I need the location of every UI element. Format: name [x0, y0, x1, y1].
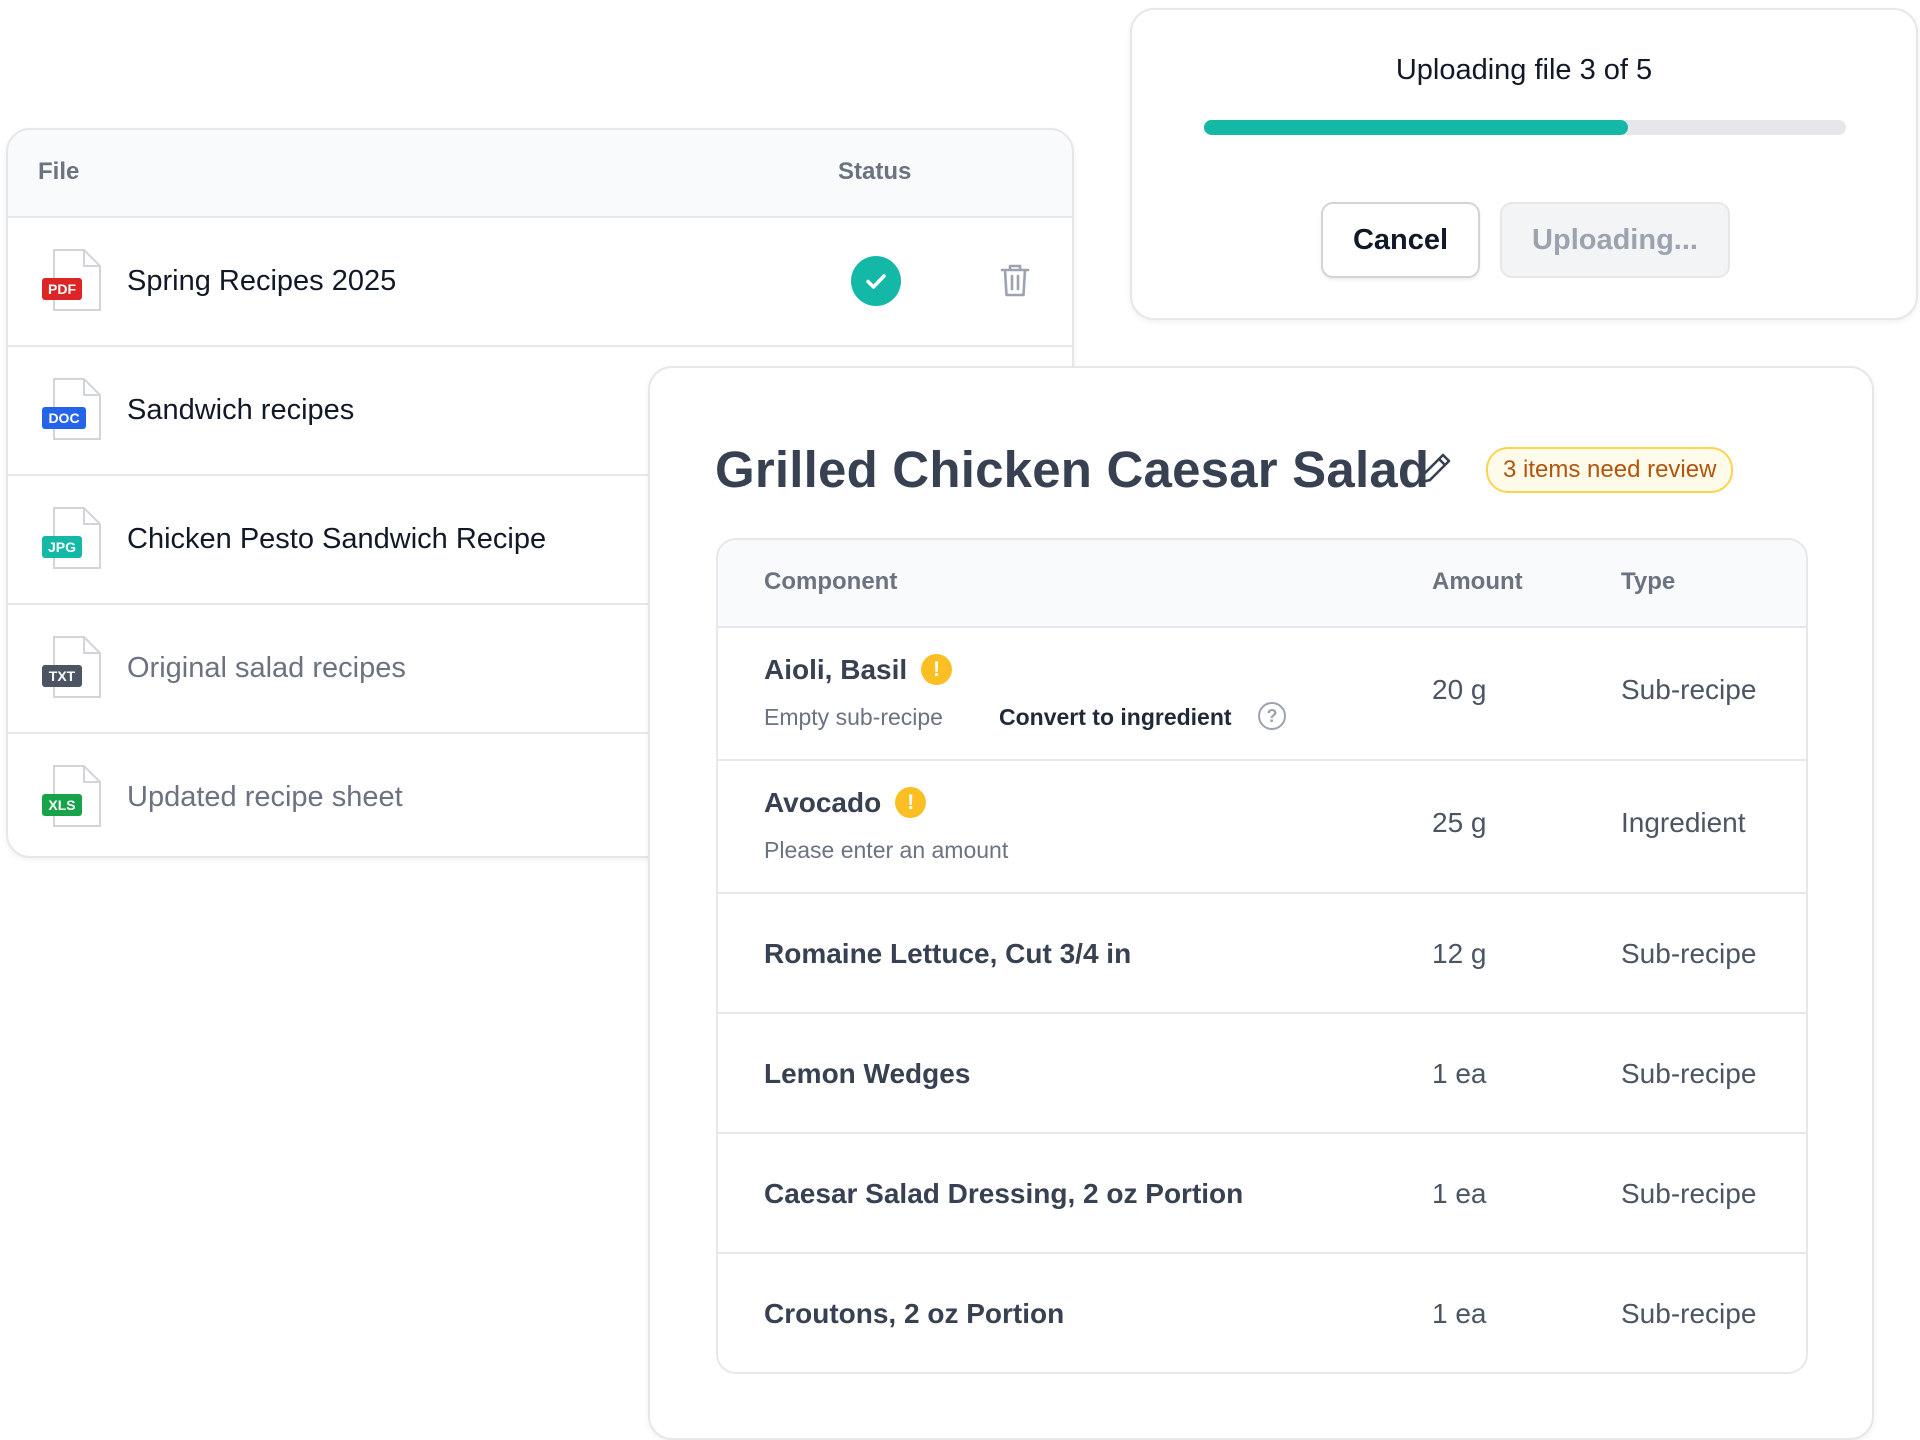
svg-text:JPG: JPG — [48, 539, 76, 555]
component-amount: 1 ea — [1432, 1298, 1487, 1329]
component-name: Avocado! — [764, 787, 927, 820]
file-name: Updated recipe sheet — [127, 781, 403, 813]
svg-text:PDF: PDF — [48, 281, 76, 297]
svg-text:DOC: DOC — [48, 410, 79, 426]
component-type: Ingredient — [1621, 807, 1746, 838]
component-name: Caesar Salad Dressing, 2 oz Portion — [764, 1178, 1244, 1209]
svg-text:XLS: XLS — [48, 797, 75, 813]
warning-icon: ! — [921, 654, 953, 686]
table-row[interactable]: Romaine Lettuce, Cut 3/4 in 12 g Sub-rec… — [718, 894, 1806, 1014]
txt-file-icon: TXT — [42, 636, 101, 698]
file-name: Spring Recipes 2025 — [127, 265, 397, 297]
table-header: Component Amount Type — [718, 540, 1806, 628]
component-type: Sub-recipe — [1621, 674, 1757, 705]
jpg-file-icon: JPG — [42, 507, 101, 569]
upload-status-text: Uploading file 3 of 5 — [1395, 54, 1653, 86]
file-row[interactable]: PDF Spring Recipes 2025 — [8, 218, 1072, 347]
review-badge: 3 items need review — [1486, 447, 1734, 493]
convert-to-ingredient-link[interactable]: Convert to ingredient — [999, 704, 1232, 731]
check-circle-icon — [851, 256, 901, 306]
xls-file-icon: XLS — [42, 765, 101, 827]
svg-text:TXT: TXT — [49, 668, 76, 684]
table-row[interactable]: Croutons, 2 oz Portion 1 ea Sub-recipe — [718, 1254, 1806, 1370]
warning-icon: ! — [895, 787, 927, 819]
component-amount: 25 g — [1432, 807, 1487, 838]
doc-file-icon: DOC — [42, 378, 101, 440]
recipe-title: Grilled Chicken Caesar Salad — [715, 441, 1430, 498]
component-type: Sub-recipe — [1621, 1178, 1757, 1209]
type-column-header: Type — [1621, 568, 1676, 595]
trash-icon[interactable] — [998, 262, 1032, 298]
component-amount: 1 ea — [1432, 1178, 1487, 1209]
component-name: Lemon Wedges — [764, 1058, 971, 1089]
component-note: Empty sub-recipe — [764, 704, 943, 730]
help-icon[interactable]: ? — [1258, 702, 1286, 730]
table-row[interactable]: Aioli, Basil! Empty sub-recipe Convert t… — [718, 628, 1806, 761]
component-note: Please enter an amount — [764, 837, 1009, 863]
recipe-card: Grilled Chicken Caesar Salad 3 items nee… — [648, 366, 1874, 1440]
component-amount: 20 g — [1432, 674, 1487, 705]
component-type: Sub-recipe — [1621, 938, 1757, 969]
file-name: Original salad recipes — [127, 652, 406, 684]
component-column-header: Component — [764, 568, 898, 595]
upload-progress-dialog: Uploading file 3 of 5 Cancel Uploading..… — [1130, 8, 1918, 320]
component-type: Sub-recipe — [1621, 1058, 1757, 1089]
file-name: Sandwich recipes — [127, 394, 355, 426]
file-name: Chicken Pesto Sandwich Recipe — [127, 523, 547, 555]
table-row[interactable]: Avocado! Please enter an amount 25 g Ing… — [718, 761, 1806, 894]
table-row[interactable]: Caesar Salad Dressing, 2 oz Portion 1 ea… — [718, 1134, 1806, 1254]
component-type: Sub-recipe — [1621, 1298, 1757, 1329]
status-column-header: Status — [838, 158, 912, 185]
component-amount: 1 ea — [1432, 1058, 1487, 1089]
components-table: Component Amount Type Aioli, Basil! Empt… — [716, 538, 1808, 1374]
component-name: Croutons, 2 oz Portion — [764, 1298, 1065, 1329]
component-name: Romaine Lettuce, Cut 3/4 in — [764, 938, 1132, 969]
cancel-button[interactable]: Cancel — [1321, 202, 1480, 278]
uploading-button: Uploading... — [1500, 202, 1730, 278]
amount-column-header: Amount — [1432, 568, 1523, 595]
file-list-header: File Status — [8, 130, 1072, 218]
pencil-edit-icon[interactable] — [1416, 448, 1456, 488]
pdf-file-icon: PDF — [42, 249, 101, 311]
progress-bar-fill — [1204, 120, 1628, 135]
component-amount: 12 g — [1432, 938, 1487, 969]
file-column-header: File — [38, 158, 80, 185]
progress-bar — [1204, 120, 1846, 135]
component-name: Aioli, Basil! — [764, 654, 953, 687]
table-row[interactable]: Lemon Wedges 1 ea Sub-recipe — [718, 1014, 1806, 1134]
